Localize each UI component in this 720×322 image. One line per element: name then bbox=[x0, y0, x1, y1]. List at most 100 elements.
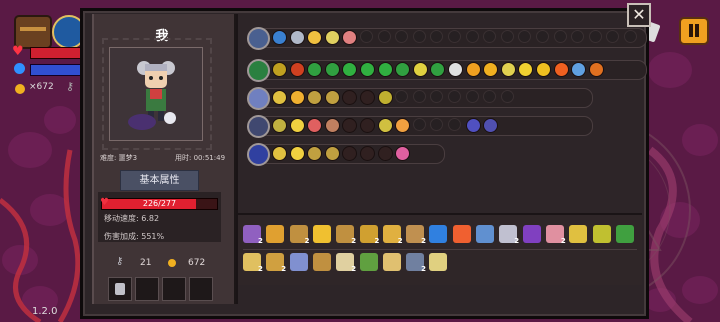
upgrade-slot[interactable] bbox=[324, 62, 340, 77]
bandage-icon[interactable] bbox=[382, 253, 401, 271]
mana-icon bbox=[14, 63, 25, 74]
upgrade-slot[interactable] bbox=[536, 62, 551, 77]
upgrade-slot[interactable] bbox=[289, 30, 305, 45]
bell-icon[interactable] bbox=[266, 225, 285, 243]
key-count: 21 bbox=[140, 258, 152, 268]
upgrade-slot[interactable] bbox=[377, 90, 393, 105]
difficulty-label: 难度: 噩梦3 bbox=[100, 154, 138, 162]
inventory-area: 2 2 2 2 2 2 2 2 2 2 2 2 bbox=[238, 215, 642, 285]
upgrade-slot[interactable] bbox=[272, 90, 287, 105]
empty-upgrade-slot[interactable] bbox=[465, 90, 479, 103]
empty-upgrade-slot[interactable] bbox=[412, 118, 426, 131]
empty-upgrade-slot[interactable] bbox=[448, 118, 461, 131]
horn-shell-icon[interactable] bbox=[569, 225, 588, 243]
upgrade-slot[interactable] bbox=[272, 146, 287, 161]
upgrade-slot[interactable] bbox=[500, 62, 516, 77]
version-label: 1.2.0 bbox=[32, 306, 58, 317]
upgrade-slot[interactable] bbox=[377, 118, 393, 133]
jar-icon[interactable] bbox=[312, 253, 331, 271]
empty-upgrade-slot[interactable] bbox=[536, 30, 549, 43]
upgrade-slot[interactable] bbox=[272, 62, 287, 77]
item-count: 2 bbox=[351, 237, 357, 245]
bag-relic-icon[interactable] bbox=[247, 27, 270, 50]
character-hp-bar: 226/277 bbox=[101, 198, 218, 210]
upgrade-slot[interactable] bbox=[360, 118, 375, 133]
upgrade-slot[interactable] bbox=[360, 62, 375, 77]
upgrade-slot[interactable] bbox=[377, 62, 393, 77]
empty-upgrade-slot[interactable] bbox=[500, 90, 514, 103]
empty-upgrade-slot[interactable] bbox=[412, 30, 426, 43]
cage-icon[interactable] bbox=[289, 253, 308, 271]
heart-item-icon[interactable] bbox=[452, 225, 471, 243]
upgrade-slot[interactable] bbox=[412, 62, 428, 77]
empty-upgrade-slot[interactable] bbox=[465, 30, 479, 43]
mirror-icon[interactable] bbox=[429, 225, 448, 243]
item-count: 2 bbox=[258, 237, 263, 245]
upgrade-slot[interactable] bbox=[289, 90, 305, 105]
upgrade-slot[interactable] bbox=[588, 62, 604, 77]
item-count: 2 bbox=[421, 265, 426, 273]
dark-wand-icon[interactable] bbox=[247, 115, 270, 138]
key-count-icon: ⚷ bbox=[116, 256, 124, 267]
upgrade-slot[interactable] bbox=[465, 118, 481, 133]
green-claw-icon[interactable] bbox=[615, 225, 634, 243]
equip-slot-2[interactable] bbox=[135, 277, 159, 301]
hud-mana-bar bbox=[30, 64, 82, 76]
item-count: 2 bbox=[397, 237, 403, 245]
upgrade-slot[interactable] bbox=[272, 118, 287, 133]
elapsed-time-label: 用时: 00:51:49 bbox=[175, 154, 226, 162]
upgrade-slot[interactable] bbox=[324, 30, 340, 45]
basic-attributes-button[interactable]: 基本属性 bbox=[120, 170, 199, 191]
character-portrait bbox=[109, 47, 203, 141]
upgrade-slot[interactable] bbox=[360, 90, 375, 105]
upgrade-slot[interactable] bbox=[289, 62, 305, 77]
empty-upgrade-slot[interactable] bbox=[500, 30, 514, 43]
equip-slot-3[interactable] bbox=[162, 277, 186, 301]
empty-upgrade-slot[interactable] bbox=[588, 30, 602, 43]
blue-orb-icon[interactable] bbox=[247, 143, 270, 166]
key-item-icon[interactable] bbox=[592, 225, 611, 243]
light-staff-icon[interactable] bbox=[247, 87, 270, 110]
trophy-icon[interactable] bbox=[312, 225, 331, 243]
upgrade-slot[interactable] bbox=[465, 62, 481, 77]
close-button[interactable]: ✕ bbox=[627, 3, 651, 27]
item-count: 2 bbox=[560, 237, 566, 245]
witch-hat-icon[interactable] bbox=[522, 225, 541, 243]
empty-upgrade-slot[interactable] bbox=[377, 30, 391, 43]
green-staff-icon[interactable] bbox=[247, 59, 270, 82]
damage-bonus-stat: 伤害加成: 551% bbox=[104, 232, 165, 241]
drop-icon[interactable] bbox=[476, 225, 494, 243]
leaf-icon[interactable] bbox=[359, 253, 378, 271]
upgrade-slot[interactable] bbox=[324, 118, 340, 133]
armor-icon bbox=[115, 283, 125, 295]
weapon-rows bbox=[239, 14, 647, 210]
empty-upgrade-slot[interactable] bbox=[624, 30, 637, 43]
hud-hp-bar bbox=[30, 47, 82, 59]
upgrade-slot[interactable] bbox=[324, 90, 340, 105]
gold-count: 672 bbox=[188, 258, 206, 268]
upgrade-slot[interactable] bbox=[448, 62, 463, 77]
item-count: 2 bbox=[304, 237, 310, 245]
upgrade-slot[interactable] bbox=[289, 118, 305, 133]
pause-button[interactable] bbox=[679, 17, 709, 45]
upgrade-slot[interactable] bbox=[324, 146, 340, 161]
empty-upgrade-slot[interactable] bbox=[448, 30, 461, 43]
empty-upgrade-slot[interactable] bbox=[360, 30, 373, 43]
upgrade-slot[interactable] bbox=[272, 30, 287, 45]
hud-gold-count: ×672 bbox=[29, 82, 54, 92]
empty-upgrade-slot[interactable] bbox=[412, 90, 426, 103]
item-count: 2 bbox=[514, 237, 520, 245]
equip-slot-1[interactable] bbox=[108, 277, 132, 301]
heart-icon: ♥ bbox=[12, 44, 24, 59]
upgrade-slot[interactable] bbox=[377, 146, 393, 161]
hp-text: 226/277 bbox=[142, 199, 177, 208]
hp-heart-icon: ♥ bbox=[100, 197, 109, 208]
equip-slot-4[interactable] bbox=[189, 277, 213, 301]
upgrade-slot[interactable] bbox=[553, 62, 569, 77]
empty-upgrade-slot[interactable] bbox=[448, 90, 461, 103]
gift-icon[interactable] bbox=[429, 253, 448, 271]
upgrade-slot[interactable] bbox=[289, 146, 305, 161]
upgrade-slot[interactable] bbox=[360, 146, 375, 161]
empty-upgrade-slot[interactable] bbox=[553, 30, 567, 43]
item-count: 2 bbox=[281, 265, 287, 273]
